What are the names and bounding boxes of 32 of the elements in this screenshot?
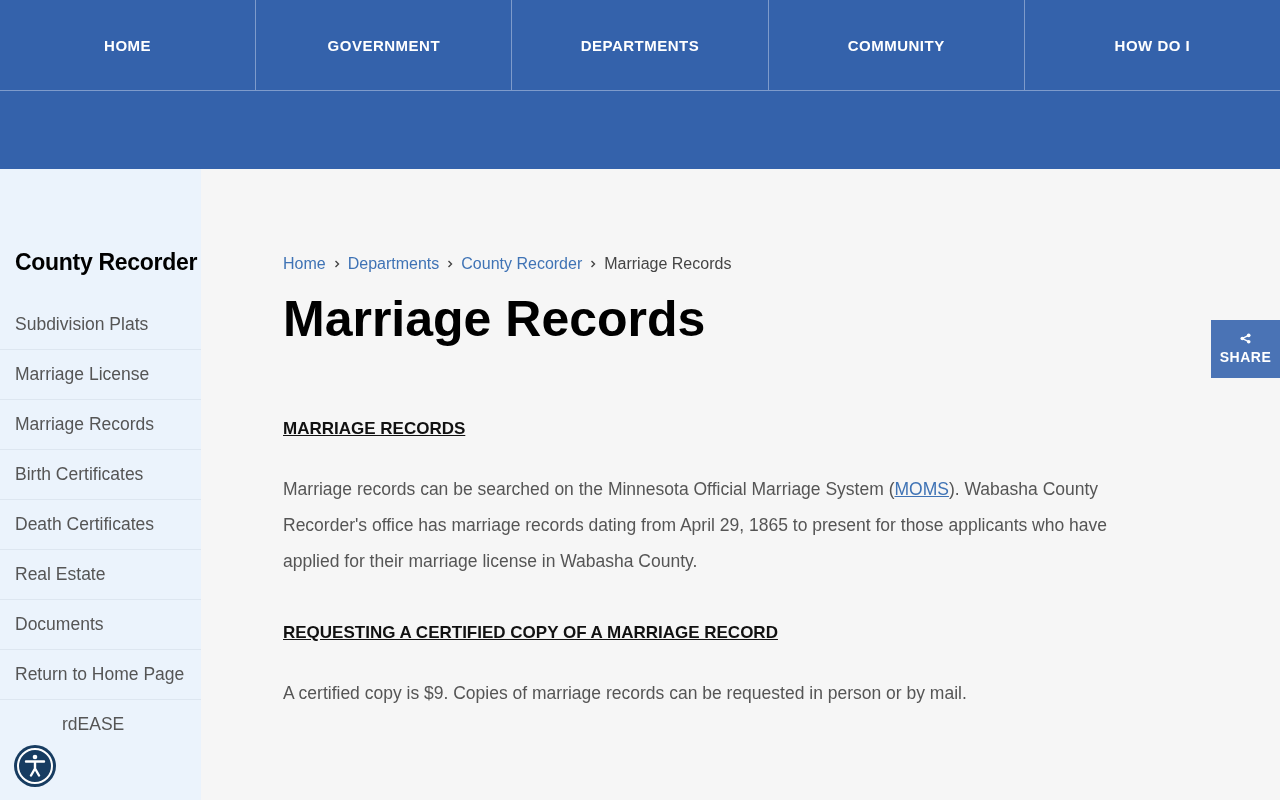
- share-button[interactable]: SHARE: [1211, 320, 1280, 378]
- chevron-icon: [333, 260, 340, 268]
- paragraph: Marriage records can be searched on the Minnesota Official Marriage System (MOMS). Wabasha County Recorder's office has marriage records dating from April 29, 1865 to present for those applicants who have applied for their marriage license in Wabasha County.: [283, 478, 1109, 573]
- nav-link[interactable]: COMMUNITY: [767, 0, 1024, 90]
- page-title: Marriage Records: [283, 290, 706, 349]
- sidebar-link[interactable]: Subdivision Plats: [0, 300, 201, 350]
- breadcrumb-link[interactable]: County Recorder: [461, 255, 583, 273]
- sidebar-link[interactable]: Real Estate: [0, 550, 201, 600]
- section-heading: MARRIAGE RECORDS: [283, 418, 467, 440]
- breadcrumb-link[interactable]: Home: [283, 255, 326, 273]
- sidebar-title: County Recorder: [14, 249, 199, 277]
- accessibility-icon: [13, 744, 57, 788]
- nav-link[interactable]: DEPARTMENTS: [511, 0, 768, 90]
- sidebar-link[interactable]: Death Certificates: [0, 500, 201, 550]
- accessibility-button[interactable]: [13, 744, 57, 788]
- sidebar-link[interactable]: rdEASE: [0, 700, 201, 749]
- paragraph: A certified copy is $9. Copies of marriage records can be requested in person or by mail.: [283, 682, 968, 705]
- sidebar-link[interactable]: Documents: [0, 600, 201, 650]
- sidebar-link[interactable]: Return to Home Page: [0, 650, 201, 700]
- nav-link[interactable]: HOW DO I: [1023, 0, 1280, 90]
- breadcrumb-link[interactable]: Departments: [347, 255, 440, 273]
- chevron-icon: [447, 260, 454, 268]
- breadcrumb-current: Marriage Records: [604, 255, 732, 273]
- sidebar-link[interactable]: Marriage Records: [0, 400, 201, 450]
- sidebar-link[interactable]: Marriage License: [0, 350, 201, 400]
- section-heading: REQUESTING A CERTIFIED COPY OF A MARRIAGE RECORD: [283, 622, 779, 644]
- sidebar-link[interactable]: Birth Certificates: [0, 450, 201, 500]
- moms-link[interactable]: MOMS: [894, 479, 949, 499]
- nav-link[interactable]: HOME: [0, 0, 256, 90]
- nav-link[interactable]: GOVERNMENT: [255, 0, 512, 90]
- chevron-icon: [590, 260, 597, 268]
- share-icon: [1240, 333, 1251, 344]
